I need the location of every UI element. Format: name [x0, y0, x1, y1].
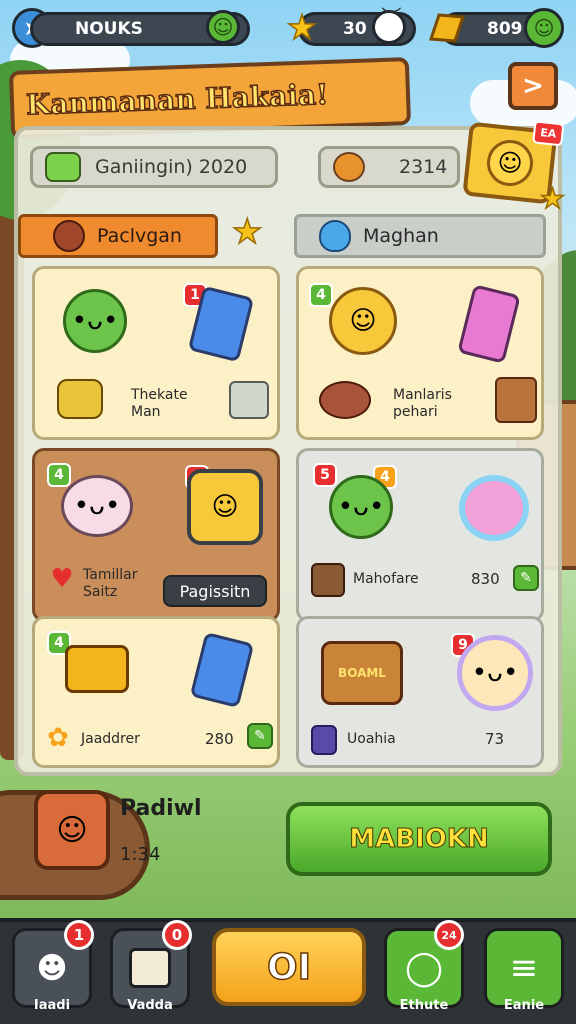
card-text: Uoahia	[347, 731, 396, 748]
chest-icon	[311, 563, 345, 597]
card-text-line-1: Manlaris	[393, 387, 452, 403]
card-text-line-1: Uoahia	[347, 731, 396, 747]
card-value: 830	[471, 570, 500, 588]
item-card-6[interactable]: BOAML 9 •ᴗ• Uoahia 73	[296, 616, 544, 768]
smiley-icon: ☺	[206, 10, 240, 44]
main-action-button[interactable]: MABIOKN	[286, 802, 552, 876]
card-chip: 4	[47, 463, 71, 487]
nav-badge: 24	[434, 920, 464, 950]
phone-icon	[189, 631, 255, 709]
toaster-icon	[229, 381, 269, 419]
card-value: 280	[205, 730, 234, 748]
menu-icon: ≡	[509, 948, 539, 988]
tab-paclvgan[interactable]: Paclvgan	[18, 214, 218, 258]
piggy-creature-icon: •ᴗ•	[61, 475, 133, 537]
nav-label: Eanie	[503, 998, 545, 1013]
hammer-icon	[65, 645, 129, 693]
calendar-icon	[129, 948, 171, 988]
bunny-face-icon: •ᴗ•	[457, 635, 533, 711]
nav-badge: 0	[162, 920, 192, 950]
beetle-icon	[53, 220, 85, 252]
card-text-line-2: Man	[131, 404, 161, 420]
bun-icon: ·︶·	[372, 5, 406, 54]
item-card-1[interactable]: •ᴗ• 1 Thekate Man	[32, 266, 280, 440]
player-name: Padiwl	[120, 796, 202, 821]
card-text-line-1: Jaaddrer	[81, 731, 140, 747]
cactus-creature-icon: •ᴗ•	[63, 289, 127, 353]
basket-icon: BOAML	[321, 641, 403, 705]
card-text: Thekate Man	[131, 387, 188, 421]
potted-plant-icon	[495, 377, 537, 423]
card-text-line-1: Thekate	[131, 387, 188, 403]
gold-bar-icon	[422, 8, 468, 48]
item-card-2[interactable]: 4 ☺ Manlaris pehari	[296, 266, 544, 440]
card-value: 73	[485, 730, 505, 748]
pencil-button[interactable]: ✎	[247, 723, 273, 749]
coins-value: 809	[487, 19, 523, 39]
player-label: NOUKS	[75, 19, 143, 39]
stat-right: 2314	[318, 146, 460, 188]
star-icon: ★	[286, 7, 318, 49]
card-chip: 4	[309, 283, 333, 307]
item-card-3[interactable]: 4 •ᴗ• 0 ☺ ♥ Tamillar Saitz Pagissitn	[32, 448, 280, 622]
card-text: Manlaris pehari	[393, 387, 452, 421]
card-text: Tamillar Saitz	[83, 567, 137, 601]
stars-value: 30	[343, 19, 367, 39]
ring-toy-icon	[459, 475, 529, 541]
tab-label: Paclvgan	[97, 225, 182, 247]
ghost-icon: ☻	[36, 950, 68, 986]
shell-icon	[319, 381, 371, 419]
eraser-icon	[457, 284, 521, 364]
sun-face-icon: ☺	[187, 469, 263, 545]
badge-tag: EA	[532, 120, 565, 147]
sun-face-icon: ☺	[484, 137, 536, 189]
page-title: Kanmanan Hakaia!	[25, 77, 330, 122]
stat-right-value: 2314	[399, 156, 448, 178]
card-text-line-2: Saitz	[83, 584, 118, 600]
item-card-4[interactable]: 5 4 •ᴗ• Mahofare 830 ✎	[296, 448, 544, 622]
next-button[interactable]: >	[508, 62, 558, 110]
tab-maghan[interactable]: Maghan	[294, 214, 546, 258]
card-text: Mahofare	[353, 571, 419, 588]
nav-eanie[interactable]: ≡	[484, 928, 564, 1008]
tab-label: Maghan	[363, 225, 439, 247]
card-chip: 5	[313, 463, 337, 487]
player-avatar[interactable]: ☺	[34, 790, 110, 870]
heart-icon: ♥	[50, 564, 74, 594]
card-text-line-2: pehari	[393, 404, 438, 420]
droplet-icon	[319, 220, 351, 252]
stat-left: Ganiingin) 2020	[30, 146, 278, 188]
chevron-right-icon: >	[522, 71, 544, 101]
stat-left-value: Ganiingin) 2020	[95, 156, 248, 178]
nav-badge: 1	[64, 920, 94, 950]
nav-label: Ethute	[399, 998, 449, 1013]
top-bar: ➤ NOUKS ☺ 30 ★ ·︶· 809 ☺	[10, 5, 566, 54]
gem-icon	[57, 379, 103, 419]
pencil-button[interactable]: ✎	[513, 565, 539, 591]
item-card-5[interactable]: 4 ✿ Jaaddrer 280 ✎	[32, 616, 280, 768]
center-play-button[interactable]: OI	[212, 928, 366, 1006]
bean-creature-icon: •ᴗ•	[329, 475, 393, 539]
acorn-icon	[333, 152, 365, 182]
player-time: 1:34	[120, 844, 161, 865]
card-text-line-1: Tamillar	[83, 567, 138, 583]
nav-label: Vadda	[127, 998, 173, 1013]
tag-icon	[311, 725, 337, 755]
card-action-button[interactable]: Pagissitn	[163, 575, 267, 607]
card-text: Jaaddrer	[81, 731, 140, 748]
sun-flower-icon: ☺	[329, 287, 397, 355]
flower-icon: ✿	[47, 723, 69, 753]
nav-label: Iaadi	[33, 998, 71, 1013]
star-icon: ★	[231, 211, 263, 253]
green-block-icon	[45, 152, 81, 182]
card-text-line-1: Mahofare	[353, 571, 419, 587]
chat-bubble-icon: ◯	[404, 948, 444, 988]
star-icon: ★	[539, 181, 566, 216]
smiley-icon-2: ☺	[524, 8, 564, 48]
